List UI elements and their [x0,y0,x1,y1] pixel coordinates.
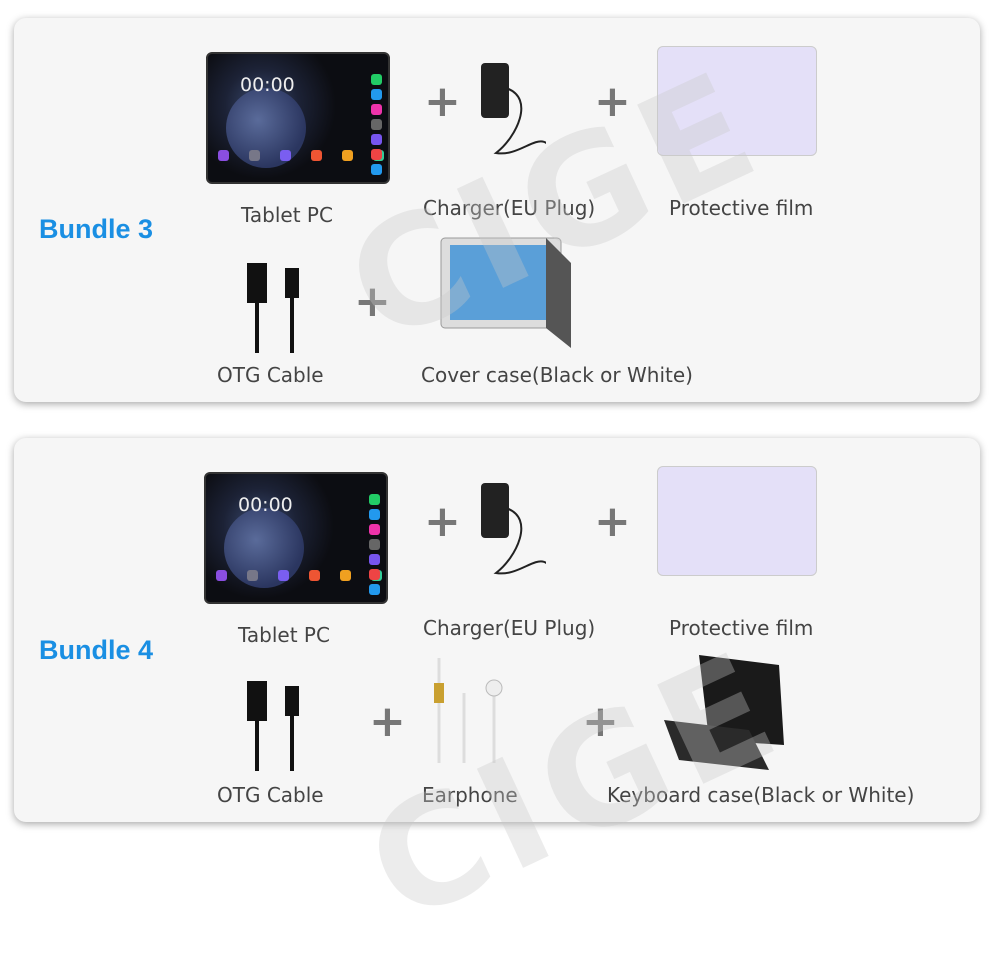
plus-icon: + [594,76,631,127]
plus-icon: + [594,496,631,547]
otg-cable-image [247,681,299,771]
charger-label: Charger(EU Plug) [423,196,596,220]
bundle-title: Bundle 4 [39,635,154,665]
keyboard-case-image [664,655,784,770]
cover-case-label: Cover case(Black or White) [421,363,693,387]
earphone-label: Earphone [422,783,518,807]
charger-label: Charger(EU Plug) [423,616,596,640]
plus-icon: + [424,496,461,547]
tablet-image: 00:00 [204,472,388,604]
otg-label: OTG Cable [217,363,324,387]
bundle-3-card: Bundle 3 00:00 Tablet PC + Charger(EU Pl… [14,18,980,402]
plus-icon: + [354,276,391,327]
protective-film-image [657,466,817,576]
plus-icon: + [582,696,619,747]
charger-image [481,483,546,575]
bundle-title: Bundle 3 [39,214,154,244]
earphone-image [434,658,503,763]
protective-film-image [657,46,817,156]
cover-case-image [440,237,571,348]
otg-cable-image [247,263,299,353]
charger-image [481,63,546,155]
bundle-4-card: Bundle 4 00:00 Tablet PC + Charger(EU Pl… [14,438,980,822]
keyboard-case-label: Keyboard case(Black or White) [607,783,915,807]
otg-label: OTG Cable [217,783,324,807]
film-label: Protective film [669,196,814,220]
plus-icon: + [369,696,406,747]
tablet-clock: 00:00 [240,74,295,96]
tablet-image: 00:00 [206,52,390,184]
tablet-clock: 00:00 [238,494,293,516]
film-label: Protective film [669,616,814,640]
plus-icon: + [424,76,461,127]
tablet-label: Tablet PC [238,623,330,647]
tablet-label: Tablet PC [241,203,333,227]
